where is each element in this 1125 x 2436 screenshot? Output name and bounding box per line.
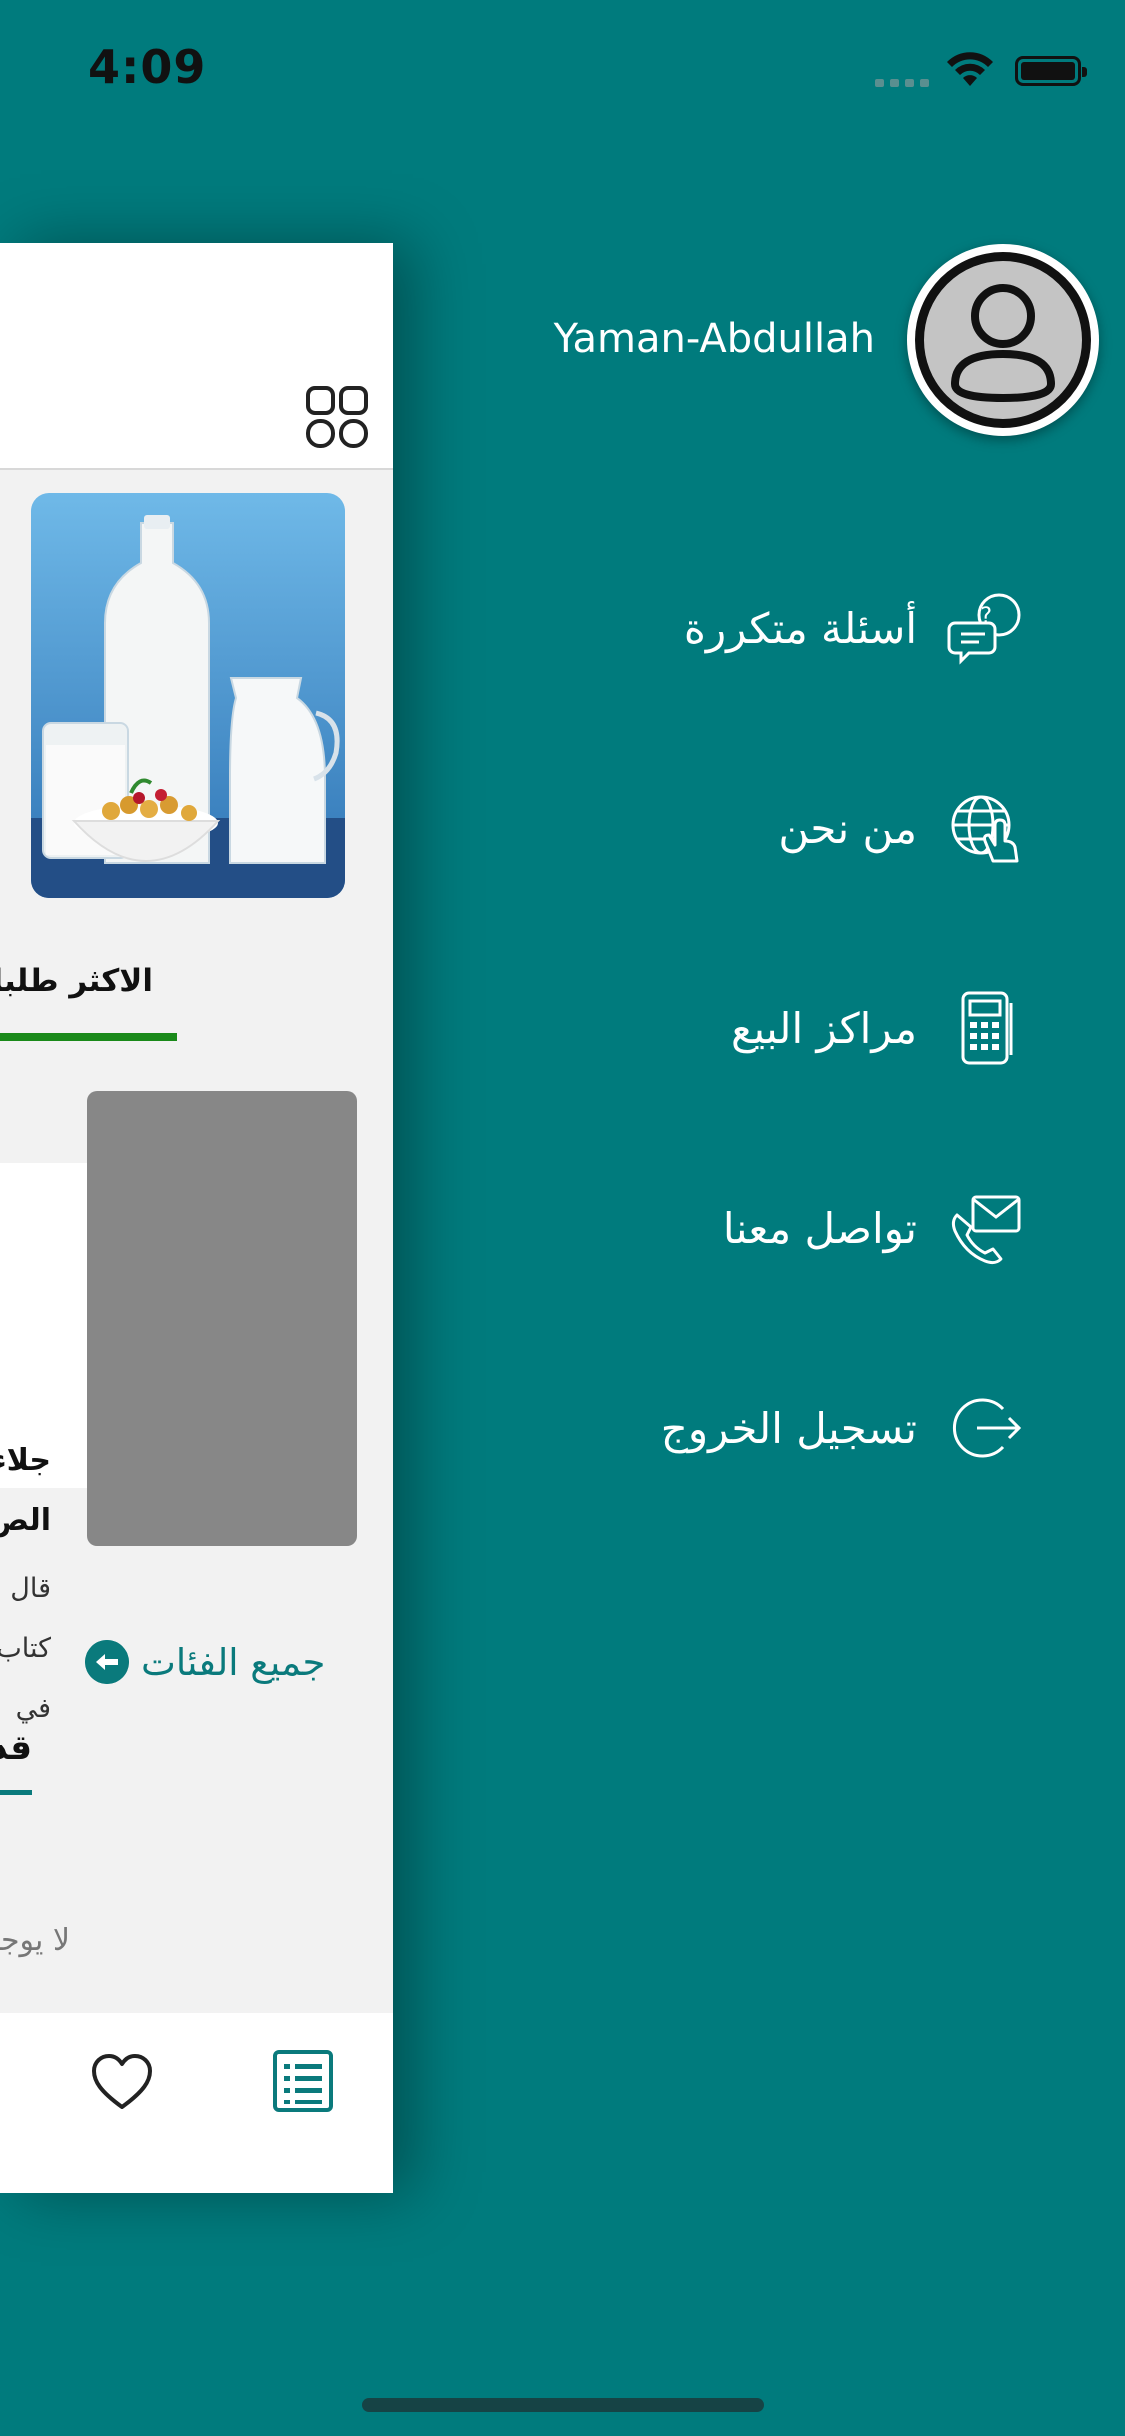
menu-item-logout[interactable]: تسجيل الخروج xyxy=(661,1388,1025,1468)
faq-chat-icon: ? xyxy=(947,593,1021,665)
menu-item-label: تسجيل الخروج xyxy=(660,1403,917,1453)
categories-underline xyxy=(0,1790,32,1795)
card-body-line: كتاب xyxy=(0,1633,51,1664)
all-categories-link[interactable]: جميع الفئات xyxy=(85,1640,325,1684)
cellular-signal-icon xyxy=(875,72,935,87)
status-time: 4:09 xyxy=(88,40,207,94)
arrow-left-circle-icon xyxy=(85,1640,129,1684)
card-title-line: جلاء xyxy=(0,1443,51,1478)
battery-icon xyxy=(1015,56,1087,86)
wifi-icon xyxy=(947,52,993,86)
bottom-tab-bar xyxy=(0,2013,393,2193)
app-header xyxy=(0,243,393,470)
grid-view-icon[interactable] xyxy=(305,385,369,449)
username-label: Yaman-Abdullah xyxy=(553,316,875,362)
menu-item-faq[interactable]: ? أسئلة متكررة xyxy=(684,588,1025,668)
menu-item-label: أسئلة متكررة xyxy=(683,603,917,653)
main-content-panel[interactable]: الاكثر طلبا جلاء الص قال كتاب في جميع ال… xyxy=(0,243,393,2193)
menu-item-contact-us[interactable]: تواصل معنا xyxy=(723,1188,1025,1268)
menu-item-label: تواصل معنا xyxy=(722,1203,917,1253)
phone-envelope-icon xyxy=(951,1195,1021,1265)
article-card-text[interactable]: جلاء الص قال كتاب في xyxy=(0,1163,87,1724)
home-indicator[interactable] xyxy=(362,2398,764,2412)
user-placeholder-icon xyxy=(918,255,1088,425)
list-menu-icon[interactable] xyxy=(272,2049,334,2113)
menu-item-about-us[interactable]: من نحن xyxy=(778,788,1025,868)
section-title-most-requested: الاكثر طلبا xyxy=(0,963,153,999)
section-underline xyxy=(0,1033,177,1041)
categories-title-clip: قد xyxy=(0,1718,32,1778)
logout-icon xyxy=(953,1398,1022,1458)
categories-title: قد xyxy=(0,1728,32,1768)
card-body-line: قال xyxy=(10,1573,51,1604)
globe-hand-icon xyxy=(951,795,1019,863)
menu-item-sales-centers[interactable]: مراكز البيع xyxy=(731,988,1025,1068)
card-title-line: الص xyxy=(0,1503,51,1538)
status-indicators xyxy=(875,50,1095,90)
pos-terminal-icon xyxy=(961,991,1013,1065)
milk-product-image[interactable] xyxy=(31,493,345,898)
empty-state-text: لا يوجد xyxy=(0,1923,70,1958)
all-categories-label: جميع الفئات xyxy=(141,1640,326,1684)
favorites-heart-icon[interactable] xyxy=(90,2053,154,2113)
user-avatar[interactable] xyxy=(907,244,1099,436)
menu-item-label: مراكز البيع xyxy=(730,1003,917,1053)
article-card-image-placeholder[interactable] xyxy=(87,1091,357,1546)
menu-item-label: من نحن xyxy=(778,803,917,853)
